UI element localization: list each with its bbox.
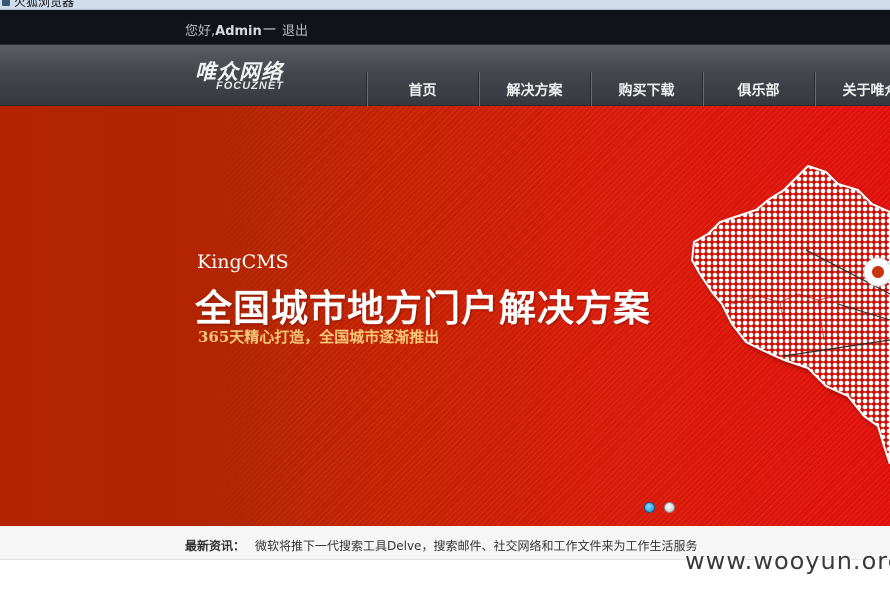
nav-item-about[interactable]: 关于唯众: [814, 72, 890, 106]
china-map-image: [690, 164, 890, 464]
nav-item-download[interactable]: 购买下载: [590, 72, 702, 106]
main-navigation: 唯众网络 FOCUZNET 首页 解决方案 购买下载 俱乐部 关于唯众: [0, 45, 890, 106]
nav-item-solutions[interactable]: 解决方案: [478, 72, 590, 106]
window-title: 火狐浏览器: [14, 0, 75, 9]
banner-subtitle: KingCMS: [197, 251, 289, 273]
nav-item-label: 解决方案: [506, 83, 563, 99]
user-greeting: 您好,Admin: [185, 20, 262, 39]
greeting-separator: 一: [263, 23, 277, 38]
wooyun-watermark: www.wooyun.org: [685, 547, 890, 575]
nav-item-home[interactable]: 首页: [366, 72, 478, 106]
greeting-prefix: 您好,: [185, 24, 216, 39]
slide-dot-1-active[interactable]: [644, 502, 655, 513]
slide-indicator: [640, 502, 680, 516]
nav-item-label: 购买下载: [618, 83, 675, 99]
nav-item-label: 关于唯众: [842, 83, 890, 99]
browser-app-icon: [2, 0, 10, 6]
top-user-bar: 您好,Admin 一 退出: [0, 10, 890, 45]
nav-item-label: 俱乐部: [737, 83, 780, 99]
banner-title: 全国城市地方门户解决方案: [195, 286, 651, 330]
news-headline-link[interactable]: 微软将推下一代搜索工具Delve，搜索邮件、社交网络和工作文件来为工作生活服务: [255, 537, 697, 554]
news-label: 最新资讯：: [185, 539, 246, 553]
logo-text-en: FOCUZNET: [216, 80, 284, 92]
hero-banner[interactable]: KingCMS 全国城市地方门户解决方案 365天精心打造，全国城市逐渐推出: [0, 106, 890, 526]
nav-item-club[interactable]: 俱乐部: [702, 72, 814, 106]
banner-slogan: 365天精心打造，全国城市逐渐推出: [198, 328, 440, 346]
site-logo[interactable]: 唯众网络 FOCUZNET: [195, 56, 315, 96]
nav-item-label: 首页: [408, 83, 437, 99]
logout-link[interactable]: 退出: [282, 20, 308, 39]
username[interactable]: Admin: [215, 24, 262, 39]
browser-title-bar: 火狐浏览器: [0, 0, 890, 10]
slide-dot-2[interactable]: [664, 502, 675, 513]
